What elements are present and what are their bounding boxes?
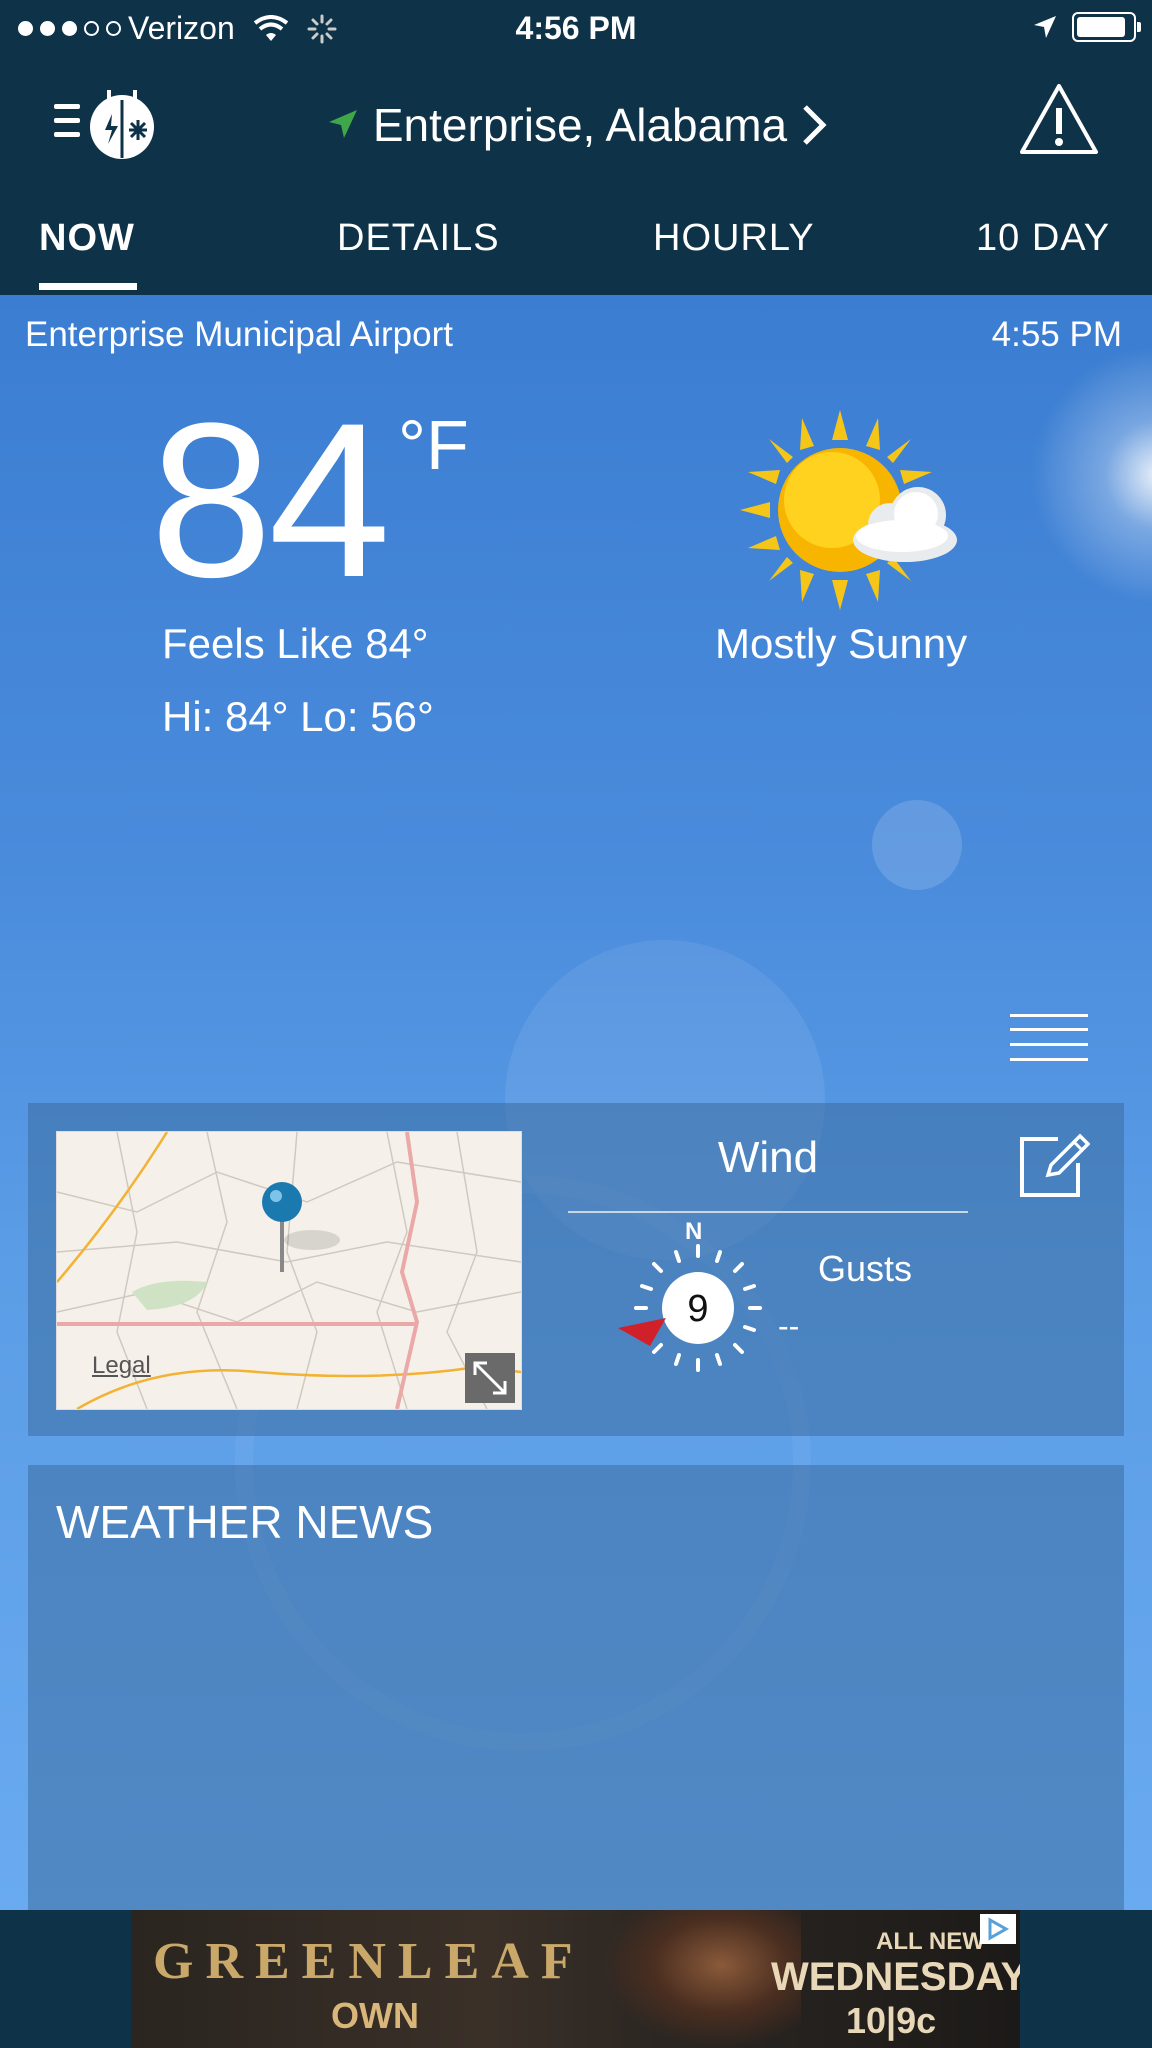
location-selector[interactable]: Enterprise, Alabama <box>0 98 1152 152</box>
adchoices-icon[interactable] <box>980 1914 1016 1944</box>
wind-title: Wind <box>717 1133 819 1182</box>
ad-promo-line: ALL NEW <box>876 1928 985 1955</box>
wind-card: Legal Wind N 9 Gusts -- <box>28 1103 1124 1436</box>
chevron-right-icon <box>803 105 827 145</box>
location-arrow-icon <box>1034 16 1056 38</box>
tab-bar: NOW DETAILS HOURLY 10 DAY <box>0 205 1152 295</box>
warning-icon <box>1020 84 1098 154</box>
status-right <box>1032 12 1141 42</box>
location-name: Enterprise, Alabama <box>372 99 788 151</box>
compass-north-label: N <box>685 1218 703 1245</box>
hamburger-icon <box>1010 1014 1088 1061</box>
tab-10-day[interactable]: 10 DAY <box>976 217 1110 260</box>
condition-text: Mostly Sunny <box>715 620 968 667</box>
customize-menu-button[interactable] <box>1010 1010 1088 1071</box>
tab-hourly[interactable]: HOURLY <box>653 217 815 260</box>
expand-map-button[interactable] <box>465 1353 515 1403</box>
top-bar: Verizon 4:56 PM Enterprise, Alabama NOW … <box>0 0 1152 295</box>
gusts-value: -- <box>778 1308 800 1344</box>
alert-button[interactable] <box>1018 82 1100 161</box>
weather-news-title: WEATHER NEWS <box>56 1496 434 1548</box>
current-conditions-panel: Enterprise Municipal Airport 4:55 PM 84 … <box>0 295 1152 1910</box>
status-time: 4:56 PM <box>515 10 637 46</box>
radar-map[interactable]: Legal <box>56 1131 522 1410</box>
edit-icon <box>1020 1133 1091 1197</box>
current-temperature: 84 <box>150 377 391 623</box>
station-name: Enterprise Municipal Airport <box>25 315 453 354</box>
weather-news-card: WEATHER NEWS <box>28 1465 1124 1910</box>
tab-details[interactable]: DETAILS <box>337 217 500 260</box>
observation-time: 4:55 PM <box>991 315 1122 354</box>
battery-icon <box>1072 12 1141 42</box>
ad-banner-area: GREENLEAF OWN ALL NEW WEDNESDAYS 10|9c <box>0 1910 1152 2048</box>
ad-network: OWN <box>331 1995 419 2036</box>
gusts-label: Gusts <box>818 1248 913 1289</box>
header: Enterprise, Alabama <box>0 70 1152 180</box>
lens-flare <box>872 800 962 890</box>
ad-brand: GREENLEAF <box>153 1933 585 1990</box>
hi-lo: Hi: 84° Lo: 56° <box>162 693 434 740</box>
wind-compass: N 9 <box>588 1218 768 1398</box>
status-bar: Verizon 4:56 PM <box>0 0 1152 58</box>
map-legal-link[interactable]: Legal <box>92 1352 151 1380</box>
ad-banner[interactable]: GREENLEAF OWN ALL NEW WEDNESDAYS 10|9c <box>131 1910 1020 2048</box>
feels-like: Feels Like 84° <box>162 620 429 667</box>
tab-now[interactable]: NOW <box>39 217 135 260</box>
edit-card-button[interactable] <box>1018 1133 1091 1204</box>
wind-speed: 9 <box>687 1288 709 1330</box>
location-arrow-icon <box>328 110 357 138</box>
ad-promo-line: WEDNESDAYS <box>771 1955 1020 1999</box>
sun-cloud-icon <box>740 410 960 615</box>
divider <box>568 1211 968 1213</box>
lens-flare <box>1030 345 1152 605</box>
ad-promo-line: 10|9c <box>846 2000 937 2041</box>
expand-icon <box>473 1361 507 1395</box>
temperature-unit[interactable]: °F <box>398 405 469 485</box>
active-tab-indicator <box>39 283 137 290</box>
